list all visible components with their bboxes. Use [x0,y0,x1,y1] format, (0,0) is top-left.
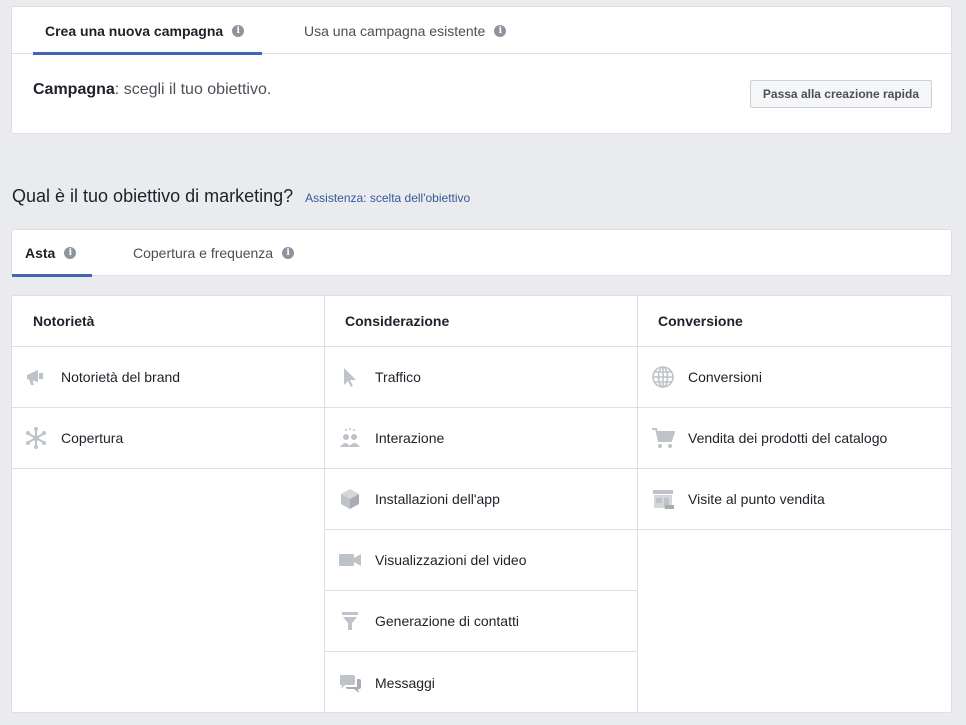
objective-conversions[interactable]: Conversioni [638,347,951,408]
objective-lead-generation[interactable]: Generazione di contatti [325,591,637,652]
objective-label: Visite al punto vendita [688,491,825,507]
objective-label: Notorietà del brand [61,369,181,385]
objective-label: Copertura [61,430,124,446]
campaign-label: Campagna [33,81,115,98]
info-icon[interactable]: i [282,247,295,259]
objective-label: Visualizzazioni del video [375,552,527,568]
campaign-prompt-text: : scegli il tuo obiettivo. [114,81,272,98]
objective-messages[interactable]: Messaggi [325,652,637,713]
funnel-icon [338,609,362,633]
objective-label: Traffico [375,369,421,385]
info-icon[interactable]: i [64,247,77,259]
objective-label: Vendita dei prodotti del catalogo [688,430,888,446]
tab-auction[interactable]: Asta i [12,230,92,277]
objective-engagement[interactable]: Interazione [325,408,637,469]
info-icon[interactable]: i [232,24,245,37]
tab-existing-campaign[interactable]: Usa una campagna esistente i [304,7,507,54]
campaign-card: Crea una nuova campagna i Usa una campag… [11,6,952,134]
objective-brand-awareness[interactable]: Notorietà del brand [12,347,324,408]
objective-app-installs[interactable]: Installazioni dell'app [325,469,637,530]
objective-video-views[interactable]: Visualizzazioni del video [325,530,637,591]
objective-label: Generazione di contatti [375,613,519,629]
tab-new-campaign[interactable]: Crea una nuova campagna i [33,7,262,55]
buying-type-tabs: Asta i Copertura e frequenza i [11,229,952,277]
column-conversion: Conversione Conversioni Vendita dei prod… [638,296,951,712]
objective-grid: Notorietà Notorietà del brand Copertura … [11,295,952,713]
objective-traffic[interactable]: Traffico [325,347,637,408]
cart-icon [651,426,675,450]
marketing-objective-heading: Qual è il tuo obiettivo di marketing? As… [12,186,470,207]
globe-icon [651,365,675,389]
reach-icon [24,426,48,450]
tab-new-campaign-label: Crea una nuova campagna [45,22,224,39]
objective-label: Installazioni dell'app [375,491,500,507]
column-consideration: Considerazione Traffico Interazione Inst… [325,296,638,712]
tab-reach-frequency[interactable]: Copertura e frequenza i [133,230,295,276]
store-icon [651,487,675,511]
chat-bubbles-icon [338,671,362,695]
video-camera-icon [338,548,362,572]
objective-store-visits[interactable]: Visite al punto vendita [638,469,951,530]
tab-auction-label: Asta [25,245,56,261]
objective-label: Messaggi [375,674,435,691]
megaphone-icon [24,365,48,389]
cube-icon [338,487,362,511]
column-awareness: Notorietà Notorietà del brand Copertura [12,296,325,712]
campaign-objective-prompt: Campagna: scegli il tuo obiettivo. [33,81,271,99]
objective-reach[interactable]: Copertura [12,408,324,469]
column-header: Notorietà [12,296,324,347]
info-icon[interactable]: i [494,24,507,37]
quick-creation-button[interactable]: Passa alla creazione rapida [749,80,932,108]
page-title: Qual è il tuo obiettivo di marketing? [12,186,294,206]
help-link[interactable]: Assistenza: scelta dell'obiettivo [305,191,470,205]
objective-catalog-sales[interactable]: Vendita dei prodotti del catalogo [638,408,951,469]
campaign-tabs: Crea una nuova campagna i Usa una campag… [12,7,951,55]
objective-label: Interazione [375,430,445,446]
cursor-icon [338,365,362,389]
column-header: Considerazione [325,296,637,347]
people-icon [338,426,362,450]
tab-reach-frequency-label: Copertura e frequenza [133,245,274,261]
objective-label: Conversioni [688,369,762,385]
column-header: Conversione [638,296,951,347]
tab-existing-campaign-label: Usa una campagna esistente [304,22,486,39]
